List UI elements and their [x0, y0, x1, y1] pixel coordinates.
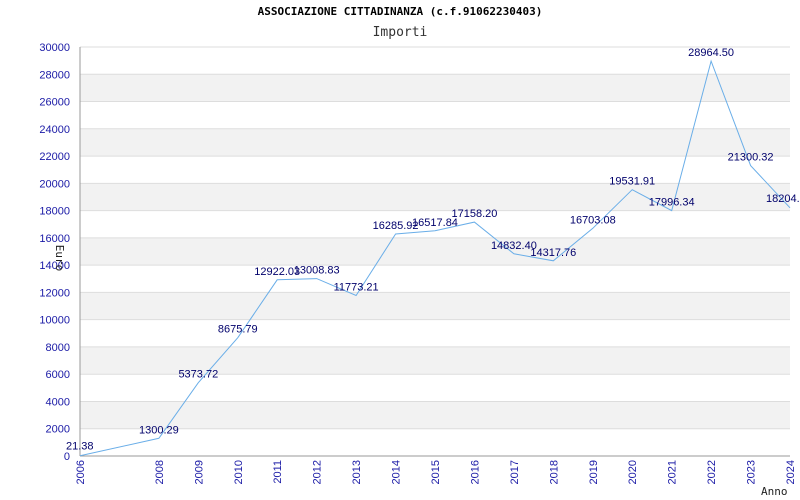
y-tick-label: 30000: [39, 42, 70, 54]
grid-band: [80, 237, 790, 266]
x-tick-label: 2024: [785, 460, 797, 484]
y-tick-label: 16000: [39, 233, 70, 245]
x-tick-label: 2011: [272, 460, 284, 484]
data-label: 17158.20: [451, 208, 497, 220]
grid-band: [80, 401, 790, 429]
y-tick-label: 6000: [46, 369, 70, 381]
x-tick-labels: 2006 2008 2009 2010 2011 2012 2013 2014 2015 2016…: [75, 460, 797, 484]
x-tick-label: 2009: [193, 460, 205, 484]
x-tick-label: 2020: [627, 460, 639, 484]
data-label: 21.38: [66, 441, 94, 453]
x-tick-label: 2022: [706, 460, 718, 484]
x-tick-label: 2019: [588, 460, 600, 484]
y-tick-label: 10000: [39, 315, 70, 327]
y-tick-label: 0: [64, 451, 70, 463]
grid-band: [80, 74, 790, 102]
x-tick-label: 2015: [430, 460, 442, 484]
x-tick-label: 2018: [548, 460, 560, 484]
x-tick-label: 2017: [509, 460, 521, 484]
x-tick-label: 2013: [351, 460, 363, 484]
data-label: 18204.2: [766, 193, 800, 205]
y-tick-label: 8000: [46, 342, 70, 354]
data-label: 11773.21: [334, 281, 379, 293]
y-tick-label: 28000: [39, 69, 70, 81]
y-tick-label: 22000: [39, 151, 70, 163]
data-label: 17996.34: [649, 197, 695, 209]
line-chart: 0200040006000800010000120001400016000180…: [39, 42, 800, 498]
data-label: 21300.32: [728, 152, 774, 164]
y-tick-label: 20000: [39, 178, 70, 190]
x-tick-label: 2014: [391, 460, 403, 484]
data-label: 8675.79: [218, 324, 258, 336]
data-label: 1300.29: [139, 424, 179, 436]
x-axis-label: Anno: [761, 485, 788, 498]
data-label: 19531.91: [609, 176, 655, 188]
y-tick-label: 18000: [39, 206, 70, 218]
grid-band: [80, 128, 790, 157]
data-label: 16703.08: [570, 214, 616, 226]
y-tick-label: 4000: [46, 396, 70, 408]
grid-band: [80, 292, 790, 320]
x-tick-label: 2010: [233, 460, 245, 484]
x-tick-label: 2012: [312, 460, 324, 484]
y-tick-label: 2000: [46, 424, 70, 436]
data-label: 14317.76: [530, 247, 576, 259]
y-tick-label: 24000: [39, 124, 70, 136]
x-tick-label: 2008: [154, 460, 166, 484]
x-tick-label: 2023: [746, 460, 758, 484]
x-tick-label: 2006: [75, 460, 87, 484]
data-label: 28964.50: [688, 47, 734, 59]
data-label: 13008.83: [294, 265, 340, 277]
x-tick-label: 2016: [469, 460, 481, 484]
y-axis-label: Euro: [53, 245, 66, 272]
y-tick-label: 12000: [39, 287, 70, 299]
y-tick-label: 26000: [39, 97, 70, 109]
x-tick-label: 2021: [667, 460, 679, 484]
data-label: 5373.72: [178, 369, 218, 381]
